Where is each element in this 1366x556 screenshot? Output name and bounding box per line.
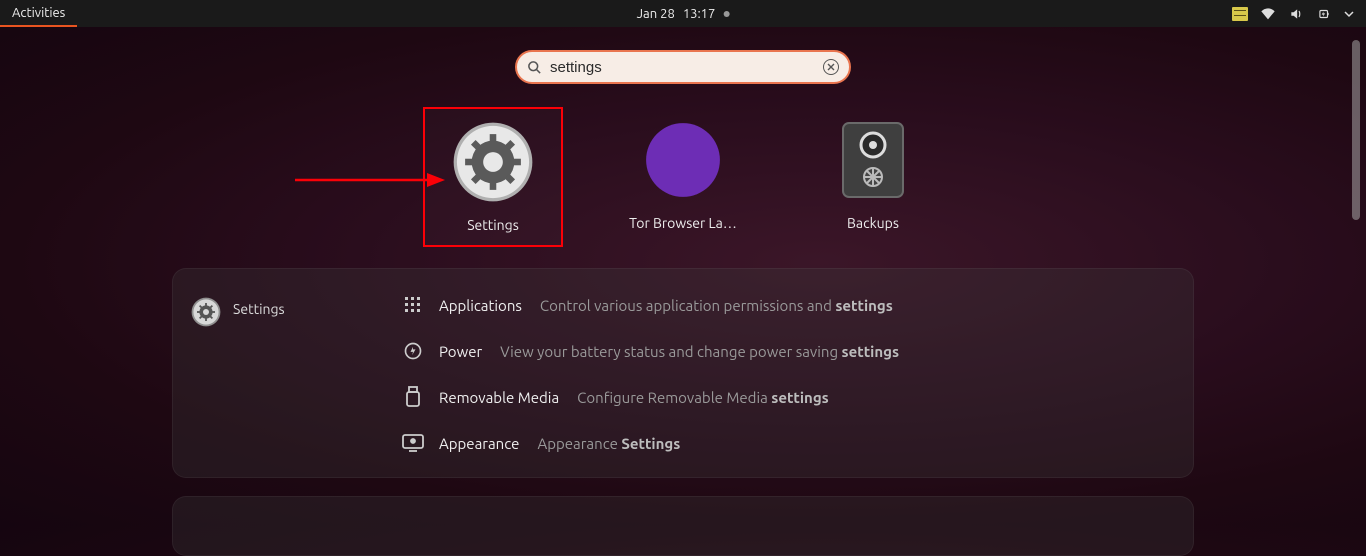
apps-grid-icon xyxy=(401,293,425,317)
panel-header-label: Settings xyxy=(233,301,285,317)
tor-icon xyxy=(642,119,724,201)
row-desc: View your battery status and change powe… xyxy=(500,343,899,360)
volume-icon[interactable] xyxy=(1288,7,1304,21)
row-desc: Control various application permissions … xyxy=(540,297,893,314)
app-label: Backups xyxy=(847,215,899,231)
safe-icon xyxy=(832,119,914,201)
row-title: Applications xyxy=(439,297,522,314)
app-tile-tor[interactable]: Tor Browser La… xyxy=(613,107,753,247)
display-icon xyxy=(401,431,425,455)
gear-small-icon xyxy=(191,297,221,327)
date-label: Jan 28 xyxy=(637,7,675,21)
row-desc: Appearance Settings xyxy=(537,435,680,452)
row-title: Power xyxy=(439,343,482,360)
usb-drive-icon xyxy=(401,385,425,409)
clock[interactable]: Jan 28 13:17 xyxy=(637,7,730,21)
time-label: 13:17 xyxy=(683,7,716,21)
settings-panel: Settings Applications Control various ap… xyxy=(172,268,1194,478)
app-results: Settings Tor Browser La… xyxy=(423,107,943,247)
search-bar[interactable] xyxy=(515,50,851,84)
row-title: Removable Media xyxy=(439,389,559,406)
panel-header: Settings xyxy=(173,269,383,477)
search-icon xyxy=(527,60,542,75)
wifi-icon[interactable] xyxy=(1260,7,1276,21)
settings-row-applications[interactable]: Applications Control various application… xyxy=(401,293,1175,317)
activities-button[interactable]: Activities xyxy=(0,0,77,27)
settings-row-appearance[interactable]: Appearance Appearance Settings xyxy=(401,431,1175,455)
chevron-down-icon[interactable] xyxy=(1344,9,1354,19)
note-indicator-icon[interactable] xyxy=(1232,7,1248,21)
search-input[interactable] xyxy=(542,59,823,76)
settings-row-power[interactable]: Power View your battery status and chang… xyxy=(401,339,1175,363)
power-icon xyxy=(401,339,425,363)
gear-icon xyxy=(452,121,534,203)
next-panel xyxy=(172,496,1194,556)
row-desc: Configure Removable Media settings xyxy=(577,389,829,406)
system-tray xyxy=(1232,7,1366,21)
panel-rows: Applications Control various application… xyxy=(383,269,1193,477)
scrollbar-thumb[interactable] xyxy=(1352,40,1360,220)
battery-icon[interactable] xyxy=(1316,7,1332,21)
notification-dot-icon xyxy=(723,11,729,17)
app-tile-backups[interactable]: Backups xyxy=(803,107,943,247)
top-bar: Activities Jan 28 13:17 xyxy=(0,0,1366,27)
annotation-arrow-icon xyxy=(295,170,445,190)
settings-row-removable-media[interactable]: Removable Media Configure Removable Medi… xyxy=(401,385,1175,409)
clear-search-icon[interactable] xyxy=(823,59,839,75)
app-label: Settings xyxy=(467,217,519,233)
app-label: Tor Browser La… xyxy=(629,215,737,231)
row-title: Appearance xyxy=(439,435,519,452)
